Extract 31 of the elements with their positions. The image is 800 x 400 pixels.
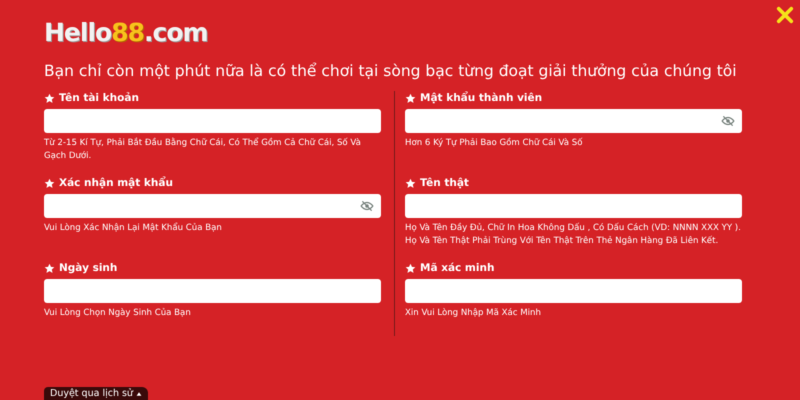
field-hint: Vui Lòng Xác Nhận Lại Mật Khẩu Của Bạn [44, 222, 223, 235]
input-field[interactable] [405, 109, 742, 133]
page-title: Bạn chỉ còn một phút nữa là có thể chơi tại sòng bạc từng đoạt giải thưởng của chúng tôi [44, 61, 738, 82]
input-field[interactable] [405, 279, 742, 303]
eye-slash-icon[interactable] [720, 114, 736, 128]
field-label: Xác nhận mật khẩu [59, 177, 173, 189]
history-tab[interactable]: Duyệt qua lịch sử [44, 387, 148, 400]
field-label: Mã xác minh [420, 262, 494, 274]
field-label: Tên tài khoản [59, 92, 139, 104]
field-label: Mật khẩu thành viên [420, 92, 542, 104]
input-field[interactable] [44, 194, 381, 218]
field-hint: Vui Lòng Chọn Ngày Sinh Của Bạn [44, 307, 192, 320]
input-field[interactable] [44, 279, 381, 303]
star-icon [44, 178, 55, 188]
field-label: Tên thật [420, 177, 469, 189]
caret-icon [136, 390, 142, 396]
field-hint: Họ Và Tên Đầy Đủ, Chữ In Hoa Không Dấu , Có Dấu Cách (VD: NNNN XXX YY ). Họ Và Tên Thật Phải Trùng Với Tên Thật Trên Thẻ Ngân Hàng Đã Liên Kết. [405, 222, 742, 248]
field-hint: Xin Vui Lòng Nhập Mã Xác Minh [405, 307, 542, 320]
star-icon [44, 262, 55, 274]
star-icon [405, 92, 416, 104]
field-hint: Hơn 6 Ký Tự Phải Bao Gồm Chữ Cái Và Số [405, 137, 584, 150]
field-hint: Từ 2-15 Kí Tự, Phải Bắt Đầu Bằng Chữ Cái, Có Thể Gồm Cả Chữ Cái, Số Và Gạch Dưới. [44, 137, 362, 163]
eye-slash-icon[interactable] [359, 199, 375, 213]
star-icon [44, 92, 55, 104]
input-field[interactable] [405, 194, 742, 218]
star-icon [405, 262, 416, 274]
logo: Hello88.com [44, 17, 208, 49]
close-icon[interactable] [776, 6, 794, 24]
input-field[interactable] [44, 109, 381, 133]
star-icon [405, 178, 416, 188]
field-label: Ngày sinh [59, 262, 118, 274]
